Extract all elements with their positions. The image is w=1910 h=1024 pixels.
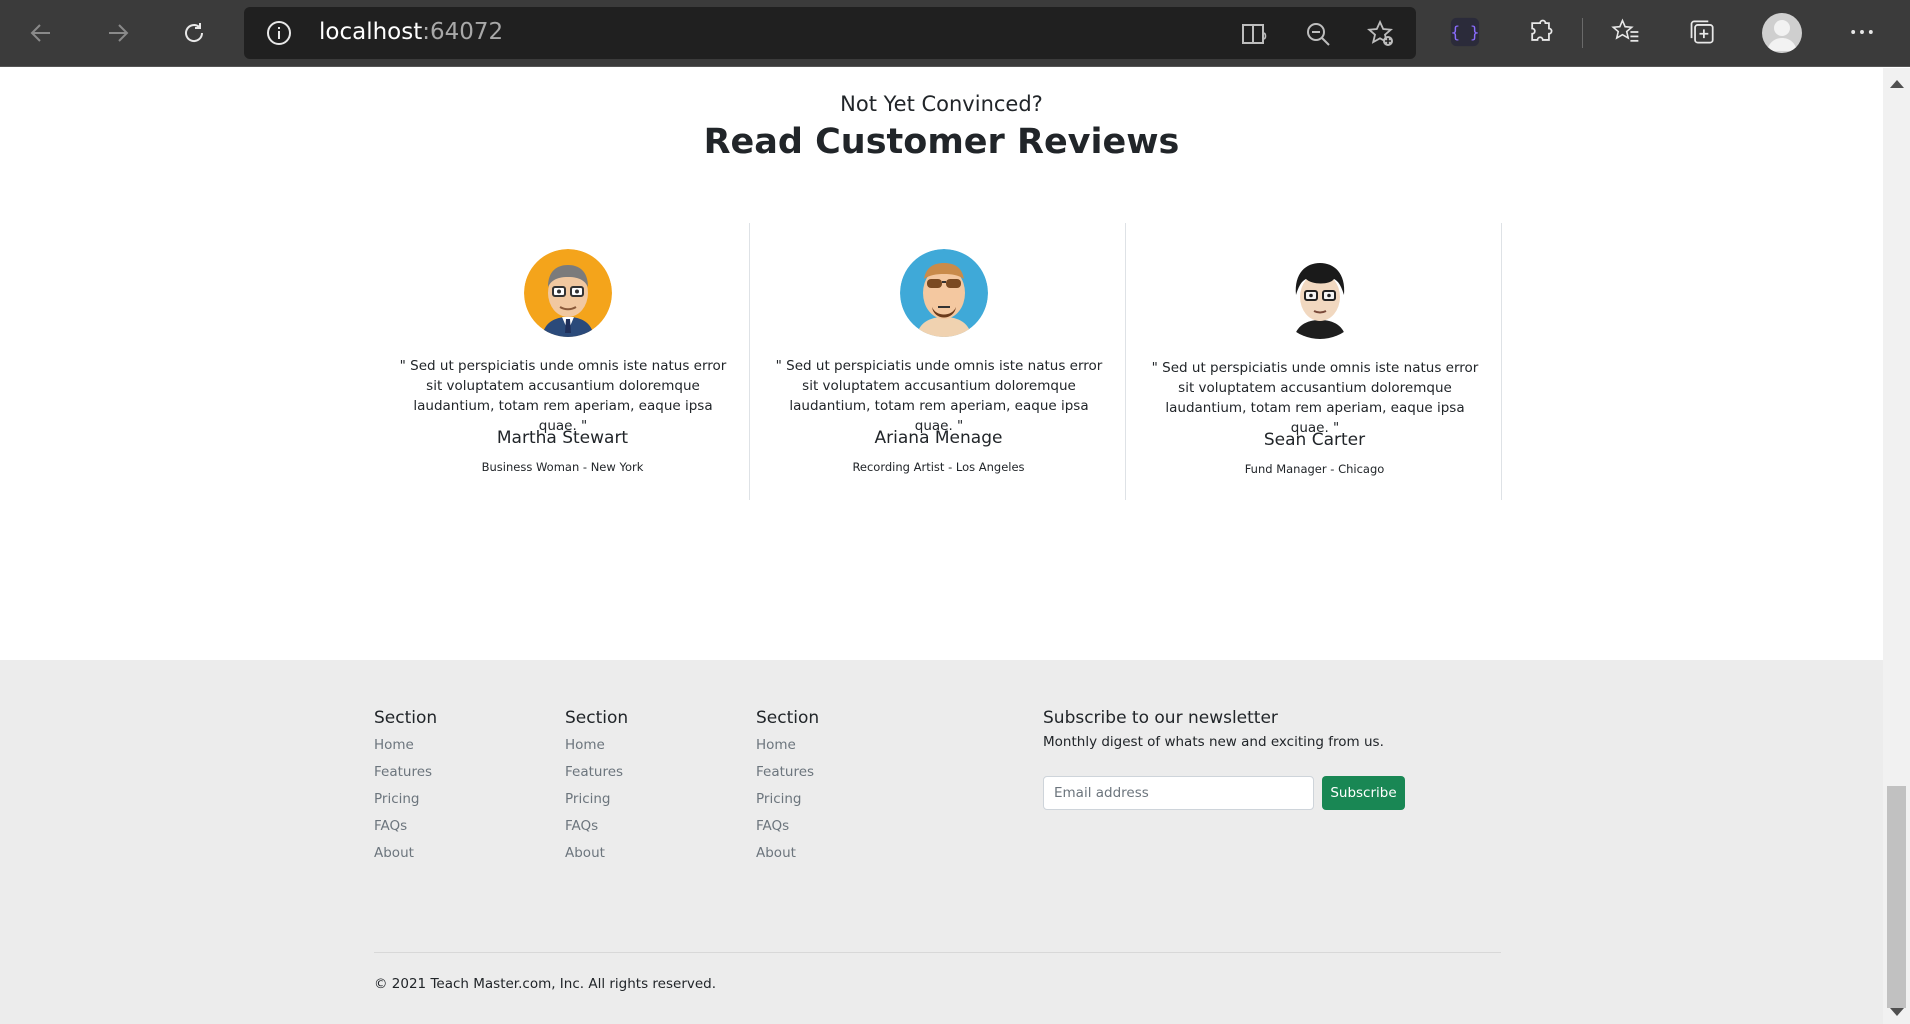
footer-link-features[interactable]: Features bbox=[756, 761, 819, 788]
newsletter: Subscribe to our newsletter Monthly dige… bbox=[1043, 708, 1463, 810]
newsletter-title: Subscribe to our newsletter bbox=[1043, 708, 1278, 728]
immersive-reader-icon[interactable] bbox=[1240, 19, 1270, 49]
email-field[interactable] bbox=[1043, 776, 1314, 810]
forward-icon[interactable] bbox=[98, 13, 138, 53]
review-card: " Sed ut perspiciatis unde omnis iste na… bbox=[375, 223, 750, 500]
review-quote: " Sed ut perspiciatis unde omnis iste na… bbox=[1151, 360, 1479, 436]
page-viewport: Not Yet Convinced? Read Customer Reviews… bbox=[0, 68, 1883, 1024]
footer-column-title: Section bbox=[565, 708, 629, 728]
svg-text:{ }: { } bbox=[1451, 23, 1480, 42]
review-quote: " Sed ut perspiciatis unde omnis iste na… bbox=[775, 358, 1103, 434]
reviews-kicker: Not Yet Convinced? bbox=[840, 92, 1043, 116]
url-text[interactable]: localhost:64072 bbox=[319, 19, 503, 45]
reviewer-name: Ariana Menage bbox=[874, 428, 1003, 448]
more-icon[interactable] bbox=[1845, 15, 1879, 49]
reviewer-name: Martha Stewart bbox=[496, 428, 629, 448]
reviews-title: Read Customer Reviews bbox=[703, 122, 1180, 162]
footer-link-pricing[interactable]: Pricing bbox=[756, 788, 819, 815]
address-bar[interactable]: localhost:64072 bbox=[244, 7, 1416, 59]
footer-link-pricing[interactable]: Pricing bbox=[565, 788, 628, 815]
extensions-icon[interactable] bbox=[1524, 15, 1558, 49]
collections-icon[interactable] bbox=[1686, 15, 1720, 49]
footer-column: Section Home Features Pricing FAQs About bbox=[565, 708, 628, 869]
footer-link-about[interactable]: About bbox=[565, 842, 628, 869]
footer-link-home[interactable]: Home bbox=[756, 734, 819, 761]
add-favorite-icon[interactable] bbox=[1366, 19, 1396, 49]
footer-link-faqs[interactable]: FAQs bbox=[756, 815, 819, 842]
zoom-out-icon[interactable] bbox=[1303, 19, 1333, 49]
footer-link-home[interactable]: Home bbox=[374, 734, 437, 761]
profile-icon[interactable] bbox=[1762, 13, 1802, 53]
toolbar-separator bbox=[1582, 18, 1583, 48]
browser-toolbar: localhost:64072 { } bbox=[0, 0, 1910, 67]
footer-link-pricing[interactable]: Pricing bbox=[374, 788, 437, 815]
footer-link-faqs[interactable]: FAQs bbox=[565, 815, 628, 842]
avatar bbox=[524, 249, 612, 337]
reviewer-name: Sean Carter bbox=[1263, 430, 1366, 450]
review-card: " Sed ut perspiciatis unde omnis iste na… bbox=[1127, 223, 1502, 500]
newsletter-text: Monthly digest of whats new and exciting… bbox=[1043, 734, 1384, 750]
reviewer-role: Business Woman - New York bbox=[481, 460, 644, 474]
avatar bbox=[1276, 251, 1364, 339]
footer-column-title: Section bbox=[374, 708, 438, 728]
footer-link-faqs[interactable]: FAQs bbox=[374, 815, 437, 842]
newsletter-form: Subscribe bbox=[1043, 776, 1463, 810]
copyright-text: © 2021 Teach Master.com, Inc. All rights… bbox=[374, 976, 717, 992]
info-icon[interactable] bbox=[266, 20, 292, 46]
footer-column-title: Section bbox=[756, 708, 820, 728]
review-quote: " Sed ut perspiciatis unde omnis iste na… bbox=[399, 358, 727, 434]
avatar bbox=[900, 249, 988, 337]
footer-link-home[interactable]: Home bbox=[565, 734, 628, 761]
footer-column: Section Home Features Pricing FAQs About bbox=[374, 708, 437, 869]
devtools-extension-icon[interactable]: { } bbox=[1448, 15, 1482, 49]
footer-link-about[interactable]: About bbox=[374, 842, 437, 869]
footer-column: Section Home Features Pricing FAQs About bbox=[756, 708, 819, 869]
review-card: " Sed ut perspiciatis unde omnis iste na… bbox=[751, 223, 1126, 500]
reviewer-role: Fund Manager - Chicago bbox=[1244, 462, 1385, 476]
back-icon[interactable] bbox=[21, 13, 61, 53]
reviewer-role: Recording Artist - Los Angeles bbox=[852, 460, 1025, 474]
favorites-icon[interactable] bbox=[1609, 15, 1643, 49]
footer-divider bbox=[374, 952, 1501, 953]
page-scrollbar[interactable] bbox=[1883, 68, 1910, 1024]
site-footer: Section Home Features Pricing FAQs About… bbox=[0, 660, 1883, 1024]
subscribe-button[interactable]: Subscribe bbox=[1322, 776, 1405, 810]
refresh-icon[interactable] bbox=[174, 13, 214, 53]
footer-link-about[interactable]: About bbox=[756, 842, 819, 869]
scroll-down-arrow-icon[interactable] bbox=[1890, 1008, 1904, 1016]
scrollbar-thumb[interactable] bbox=[1887, 786, 1906, 1008]
footer-link-features[interactable]: Features bbox=[374, 761, 437, 788]
footer-link-features[interactable]: Features bbox=[565, 761, 628, 788]
scroll-up-arrow-icon[interactable] bbox=[1890, 80, 1904, 88]
